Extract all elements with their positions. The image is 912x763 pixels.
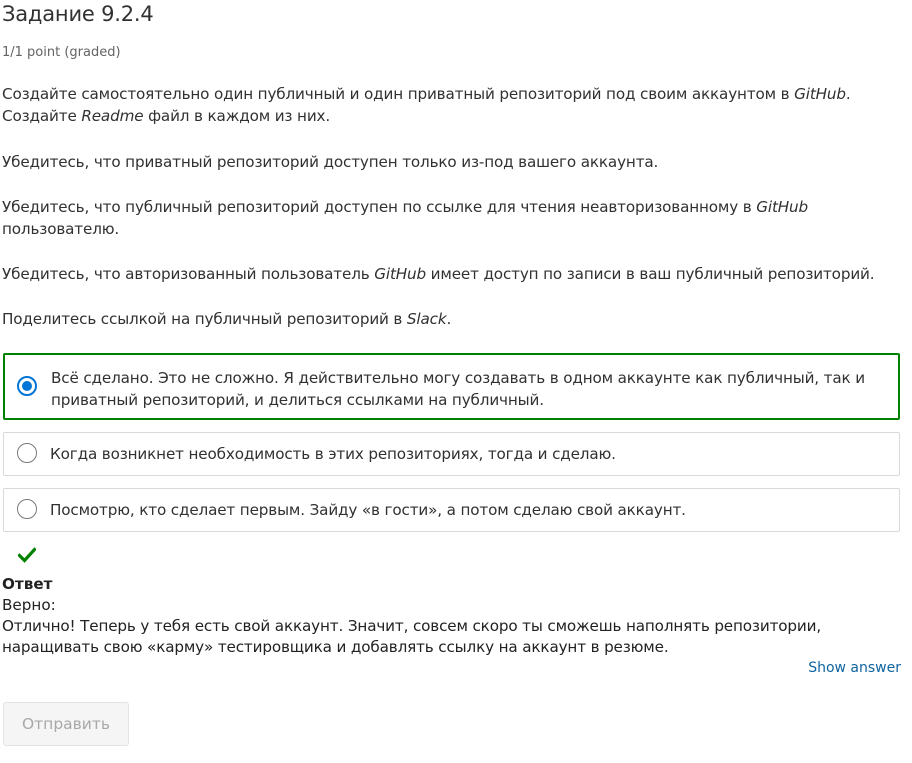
points-label: 1/1 point (graded) bbox=[2, 45, 121, 60]
radio-button[interactable] bbox=[17, 499, 37, 519]
choice-label: Всё сделано. Это не сложно. Я действител… bbox=[51, 369, 865, 409]
p3-text-c: пользователю. bbox=[2, 220, 120, 238]
choice-label: Посмотрю, кто сделает первым. Зайду «в г… bbox=[50, 501, 686, 519]
checkmark-icon bbox=[18, 547, 36, 563]
task-paragraph-2: Убедитесь, что приватный репозиторий дос… bbox=[2, 153, 659, 171]
p1-github: GitHub bbox=[794, 85, 846, 103]
answer-explanation: Отлично! Теперь у тебя есть свой аккаунт… bbox=[2, 617, 822, 656]
choice-option-1[interactable]: Всё сделано. Это не сложно. Я действител… bbox=[3, 353, 900, 420]
radio-button[interactable] bbox=[17, 443, 37, 463]
problem-title: Задание 9.2.4 bbox=[2, 2, 154, 26]
p1-readme: Readme bbox=[81, 107, 144, 125]
p4-text-c: имеет доступ по записи в ваш публичный р… bbox=[425, 265, 875, 283]
p5-text-c: . bbox=[446, 310, 452, 328]
p4-github: GitHub bbox=[374, 265, 426, 283]
choice-label: Когда возникнет необходимость в этих реп… bbox=[50, 445, 616, 463]
task-paragraph-4: Убедитесь, что авторизованный пользовате… bbox=[2, 263, 882, 285]
p3-text-a: Убедитесь, что публичный репозиторий дос… bbox=[2, 198, 757, 216]
p4-text-a: Убедитесь, что авторизованный пользовате… bbox=[2, 265, 375, 283]
choice-option-3[interactable]: Посмотрю, кто сделает первым. Зайду «в г… bbox=[3, 488, 900, 532]
task-paragraph-5: Поделитесь ссылкой на публичный репозито… bbox=[2, 308, 882, 330]
answer-title: Ответ bbox=[2, 575, 53, 593]
p5-slack: Slack bbox=[406, 310, 447, 328]
answer-verdict: Верно: bbox=[2, 596, 56, 614]
task-paragraph-1: Создайте самостоятельно один публичный и… bbox=[2, 83, 882, 127]
choice-option-2[interactable]: Когда возникнет необходимость в этих реп… bbox=[3, 432, 900, 476]
p1-text-a: Создайте самостоятельно один публичный и… bbox=[2, 85, 795, 103]
radio-button-selected[interactable] bbox=[17, 375, 37, 396]
submit-button[interactable]: Отправить bbox=[3, 702, 129, 746]
p5-text-a: Поделитесь ссылкой на публичный репозито… bbox=[2, 310, 407, 328]
p1-text-e: файл в каждом из них. bbox=[143, 107, 331, 125]
show-answer-link[interactable]: Show answer bbox=[808, 660, 901, 676]
p3-github: GitHub bbox=[756, 198, 808, 216]
task-paragraph-3: Убедитесь, что публичный репозиторий дос… bbox=[2, 196, 882, 240]
